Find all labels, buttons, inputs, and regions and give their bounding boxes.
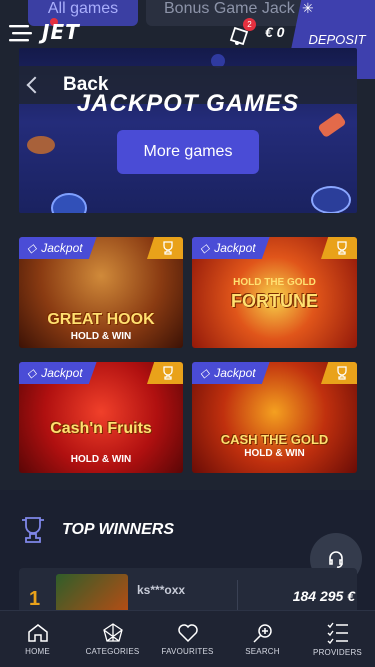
app-header: JET 2 € 0 DEPOSIT ✳: [0, 0, 375, 79]
notification-badge: 2: [243, 18, 256, 31]
trophy-icon: [321, 362, 357, 384]
menu-icon[interactable]: [9, 24, 35, 42]
jet-logo[interactable]: JET: [42, 20, 80, 44]
nav-favourites[interactable]: FAVOURITES: [150, 611, 225, 667]
more-games-button[interactable]: More games: [117, 130, 259, 174]
jackpot-tag: ◇ Jackpot: [192, 362, 270, 384]
jackpot-banner: Back JACKPOT GAMES More games: [19, 48, 357, 213]
search-icon: [252, 623, 272, 643]
game-card-cash-n-fruits[interactable]: ◇ Jackpot Cash'n Fruits HOLD & WIN: [19, 362, 183, 473]
game-grid: ◇ Jackpot GREAT HOOK HOLD & WIN ◇ Jackpo…: [19, 237, 357, 473]
jackpot-tag: ◇ Jackpot: [19, 362, 97, 384]
diamond-icon: ◇: [200, 366, 210, 380]
nav-home[interactable]: HOME: [0, 611, 75, 667]
jackpot-tag: ◇ Jackpot: [19, 237, 97, 259]
chip-decoration: [51, 193, 87, 213]
nav-categories[interactable]: CATEGORIES: [75, 611, 150, 667]
providers-icon: [327, 622, 348, 644]
jackpot-tag: ◇ Jackpot: [192, 237, 270, 259]
heart-icon: [177, 623, 198, 642]
diamond-icon: ◇: [200, 241, 210, 255]
game-title: CASH THE GOLD: [220, 432, 329, 447]
chip-decoration: [27, 136, 55, 154]
trophy-icon: [147, 237, 183, 259]
game-card-hold-the-gold-fortune[interactable]: ◇ Jackpot HOLD THE GOLD FORTUNE: [192, 237, 357, 348]
game-subtitle: HOLD THE GOLD: [233, 277, 316, 288]
game-card-great-hook[interactable]: ◇ Jackpot GREAT HOOK HOLD & WIN: [19, 237, 183, 348]
trophy-icon: [321, 237, 357, 259]
winner-amount: 184 295 €: [292, 588, 355, 604]
home-icon: [27, 623, 48, 642]
winner-name: ks***oxx: [137, 583, 186, 597]
game-card-cash-the-gold[interactable]: ◇ Jackpot CASH THE GOLD HOLD & WIN: [192, 362, 357, 473]
game-title: GREAT HOOK: [47, 311, 155, 328]
headset-icon: [329, 551, 343, 568]
game-title: FORTUNE: [231, 291, 318, 311]
trophy-icon: [147, 362, 183, 384]
chip-decoration: [311, 186, 351, 213]
game-subtitle: HOLD & WIN: [244, 448, 305, 459]
bottom-navigation: HOME CATEGORIES FAVOURITES SEARCH PROVID…: [0, 610, 375, 667]
diamond-icon: ◇: [27, 241, 37, 255]
sparkle-icon: ✳: [302, 0, 314, 16]
balance-display[interactable]: € 0: [265, 24, 284, 40]
winners-title: TOP WINNERS: [62, 521, 175, 538]
nav-search[interactable]: SEARCH: [225, 611, 300, 667]
game-title: Cash'n Fruits: [50, 420, 152, 437]
diamond-icon: ◇: [27, 366, 37, 380]
winner-rank: 1: [29, 588, 41, 610]
winners-header: TOP WINNERS: [20, 515, 174, 545]
game-subtitle: HOLD & WIN: [70, 331, 132, 342]
categories-icon: [102, 622, 123, 642]
game-subtitle: HOLD & WIN: [70, 454, 132, 465]
trophy-icon: [22, 517, 44, 543]
nav-providers[interactable]: PROVIDERS: [300, 611, 375, 667]
banner-title: JACKPOT GAMES: [76, 90, 300, 117]
